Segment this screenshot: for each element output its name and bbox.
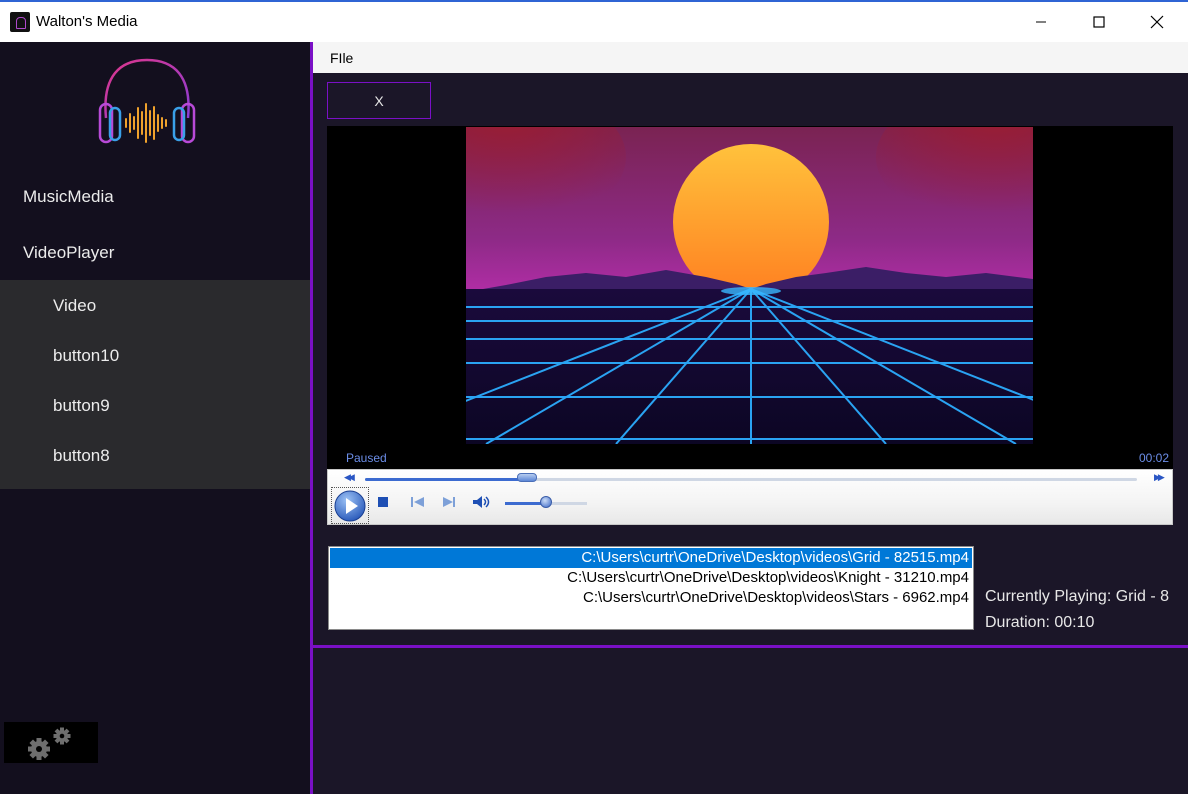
next-icon[interactable] — [441, 495, 457, 509]
close-window-button[interactable] — [1128, 2, 1186, 42]
duration-label: Duration: 00:10 — [985, 614, 1095, 631]
sidebar: MusicMedia VideoPlayer Video button10 bu… — [0, 42, 310, 794]
rewind-icon[interactable]: ◀◀ — [344, 472, 355, 483]
video-frame[interactable] — [466, 127, 1033, 444]
volume-thumb[interactable] — [540, 496, 552, 508]
app-icon — [10, 12, 30, 32]
window-title: Walton's Media — [36, 13, 138, 30]
app-window: Walton's Media MusicMedia VideoPlayer Vi… — [0, 0, 1188, 794]
playback-time: 00:02 — [1138, 451, 1169, 465]
headphones-logo — [98, 58, 196, 144]
sidebar-divider — [310, 42, 313, 794]
video-submenu: Video button10 button9 button8 — [0, 280, 310, 489]
minimize-button[interactable] — [1012, 2, 1070, 42]
submenu-item-video[interactable]: Video — [0, 281, 310, 331]
play-icon — [334, 490, 366, 521]
player-controls: ◀◀ ▶▶ — [327, 469, 1173, 525]
seek-thumb[interactable] — [517, 473, 538, 482]
volume-icon[interactable] — [472, 495, 492, 509]
close-video-button[interactable]: X — [327, 82, 431, 119]
video-player: Paused 00:02 ◀◀ ▶▶ — [327, 126, 1173, 525]
seek-progress-fill — [365, 478, 528, 481]
menu-bar: FIle — [313, 42, 1188, 73]
seek-bar[interactable] — [365, 478, 1137, 481]
playlist[interactable]: C:\Users\curtr\OneDrive\Desktop\videos\G… — [328, 546, 974, 630]
close-icon — [1150, 15, 1164, 29]
menu-file[interactable]: FIle — [330, 50, 353, 66]
submenu-item-button8[interactable]: button8 — [0, 431, 310, 481]
playback-status: Paused — [346, 451, 387, 465]
submenu-item-button9[interactable]: button9 — [0, 381, 310, 431]
title-bar: Walton's Media — [0, 2, 1188, 42]
playlist-item[interactable]: C:\Users\curtr\OneDrive\Desktop\videos\G… — [330, 548, 972, 568]
nav-video-player[interactable]: VideoPlayer — [0, 226, 310, 280]
maximize-icon — [1093, 16, 1105, 28]
settings-button[interactable] — [4, 722, 98, 763]
content-divider — [313, 645, 1188, 648]
stop-icon[interactable] — [377, 495, 389, 509]
maximize-button[interactable] — [1070, 2, 1128, 42]
playlist-item[interactable]: C:\Users\curtr\OneDrive\Desktop\videos\K… — [330, 568, 972, 588]
currently-playing-label: Currently Playing: Grid - 8 — [985, 588, 1170, 605]
nav-music-media[interactable]: MusicMedia — [0, 170, 310, 224]
previous-icon[interactable] — [410, 495, 426, 509]
play-button[interactable] — [331, 487, 369, 524]
gears-icon — [28, 727, 71, 760]
playlist-item[interactable]: C:\Users\curtr\OneDrive\Desktop\videos\S… — [330, 588, 972, 608]
submenu-item-button10[interactable]: button10 — [0, 331, 310, 381]
fast-forward-icon[interactable]: ▶▶ — [1154, 472, 1165, 483]
minimize-icon — [1036, 21, 1046, 23]
